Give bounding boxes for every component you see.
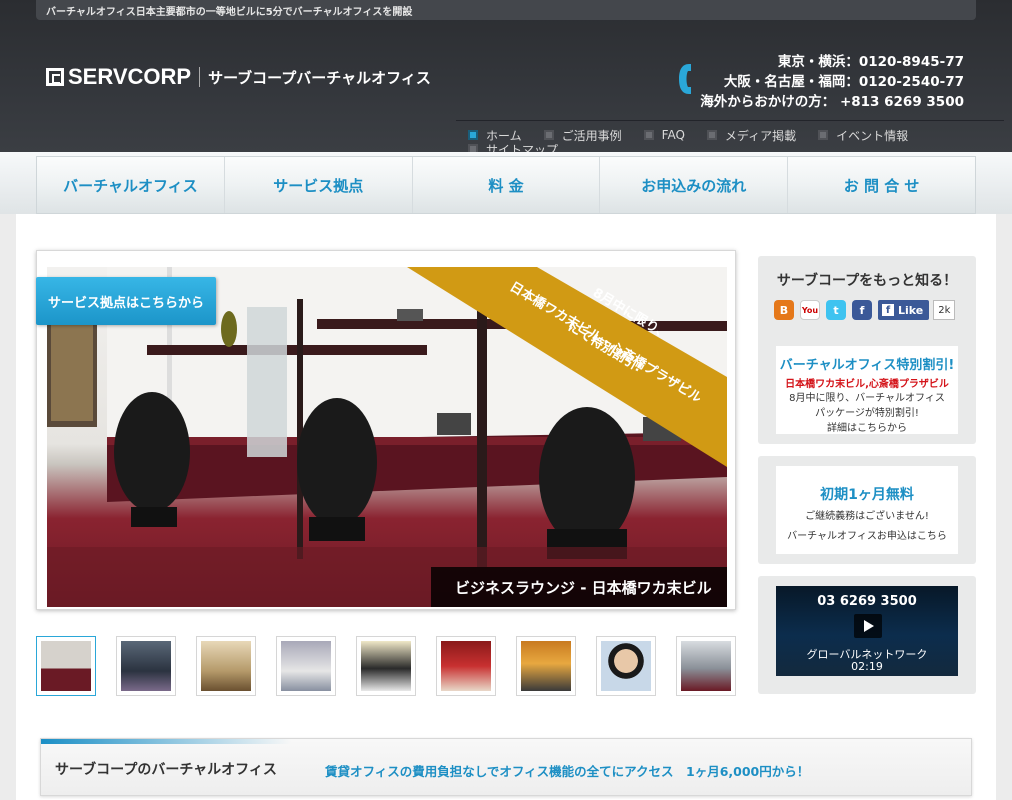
- social-title: サーブコープをもっと知る！: [776, 273, 958, 289]
- thumbnail-image: [281, 641, 331, 691]
- like-count: 2k: [933, 300, 956, 320]
- promo1-subtitle: 日本橋ワカ末ビル,心斎橋プラザビル: [785, 379, 949, 390]
- video-panel: 03 6269 3500 グローバルネットワーク 02:19: [758, 576, 976, 694]
- subnav-label: イベント情報: [836, 128, 909, 143]
- bullet-icon: [818, 130, 829, 140]
- thumbnail[interactable]: [356, 636, 416, 696]
- twitter-icon[interactable]: t: [826, 300, 846, 320]
- top-bar-text: バーチャルオフィス日本主要都市の一等地ビルに5分でバーチャルオフィスを開設: [46, 7, 413, 18]
- subnav-label: ご活用事例: [561, 128, 622, 143]
- thumbnail[interactable]: [676, 636, 736, 696]
- promo2-title: 初期1ヶ月無料: [820, 487, 914, 503]
- main-navigation: バーチャルオフィス サービス拠点 料 金 お申込みの流れ お 問 合 せ: [36, 156, 976, 214]
- site-header: バーチャルオフィス日本主要都市の一等地ビルに5分でバーチャルオフィスを開設 SE…: [0, 0, 1012, 157]
- promo1-line1: 8月中に限り、バーチャルオフィス: [789, 393, 945, 404]
- thumbnail[interactable]: [196, 636, 256, 696]
- thumbnail[interactable]: [516, 636, 576, 696]
- subnav-media[interactable]: メディア掲載: [706, 127, 797, 144]
- banner-text: 賃貸オフィスの費用負担なしでオフィス機能の全てにアクセス 1ヶ月6,000円から…: [325, 764, 810, 779]
- free-month-promo[interactable]: 初期1ヶ月無料 ご継続義務はございません! バーチャルオフィスお申込はこちら: [776, 466, 958, 554]
- logo-brand: SERVCORP: [68, 64, 192, 89]
- top-bar: バーチャルオフィス日本主要都市の一等地ビルに5分でバーチャルオフィスを開設: [36, 0, 976, 20]
- thumbnail[interactable]: [596, 636, 656, 696]
- nav-virtual-office[interactable]: バーチャルオフィス: [37, 157, 225, 213]
- phone-numbers: 東京・横浜：0120-8945-77 大阪・名古屋・福岡：0120-2540-7…: [700, 52, 964, 112]
- youtube-icon[interactable]: You: [800, 300, 820, 320]
- bullet-icon: [706, 130, 717, 140]
- like-label: Like: [898, 303, 924, 317]
- phone-tokyo: 東京・横浜：0120-8945-77: [777, 54, 964, 70]
- facebook-icon[interactable]: f: [852, 300, 872, 320]
- subnav-label: FAQ: [661, 128, 685, 142]
- blogger-icon[interactable]: B: [774, 300, 794, 320]
- slide-caption: ビジネスラウンジ - 日本橋ワカ末ビル: [431, 567, 727, 607]
- facebook-f-icon: f: [882, 304, 894, 316]
- play-icon[interactable]: [854, 614, 882, 638]
- thumbnail-image: [521, 641, 571, 691]
- thumbnail-image: [201, 641, 251, 691]
- thumbnail[interactable]: [436, 636, 496, 696]
- logo-subtitle: サーブコープバーチャルオフィス: [208, 68, 431, 87]
- nav-contact[interactable]: お 問 合 せ: [788, 157, 975, 213]
- facebook-like-button[interactable]: f Like: [878, 300, 930, 320]
- video-phone: 03 6269 3500: [817, 594, 917, 609]
- bullet-icon: [543, 130, 554, 140]
- slider-thumbnails: [36, 636, 736, 696]
- promo1-line3: 詳細はこちらから: [827, 423, 907, 434]
- free-month-panel: 初期1ヶ月無料 ご継続義務はございません! バーチャルオフィスお申込はこちら: [758, 456, 976, 564]
- thumbnail-image: [121, 641, 171, 691]
- service-locations-button[interactable]: サービス拠点はこちらから: [36, 277, 216, 325]
- video-duration: 02:19: [851, 660, 883, 673]
- intro-banner: サーブコープのバーチャルオフィス 賃貸オフィスの費用負担なしでオフィス機能の全て…: [40, 738, 972, 796]
- social-panel: サーブコープをもっと知る！ B You t f f Like 2k バーチャルオフ…: [758, 256, 976, 444]
- thumbnail[interactable]: [116, 636, 176, 696]
- nav-application-flow[interactable]: お申込みの流れ: [600, 157, 789, 213]
- sub-navigation: ホーム ご活用事例 FAQ メディア掲載 イベント情報 サイトマップ: [456, 120, 1004, 157]
- subnav-faq[interactable]: FAQ: [643, 128, 685, 142]
- promo1-title: バーチャルオフィス特別割引!: [779, 358, 955, 373]
- discount-promo[interactable]: バーチャルオフィス特別割引! 日本橋ワカ末ビル,心斎橋プラザビル 8月中に限り、…: [776, 346, 958, 434]
- promo1-line2: パッケージが特別割引!: [815, 408, 919, 419]
- subnav-label: メディア掲載: [724, 128, 797, 143]
- thumbnail-image: [361, 641, 411, 691]
- thumbnail-image: [681, 641, 731, 691]
- video-player[interactable]: 03 6269 3500 グローバルネットワーク 02:19: [776, 586, 958, 676]
- banner-accent-bar: [41, 739, 291, 744]
- promo2-line1: ご継続義務はございません!: [805, 511, 929, 522]
- nav-pricing[interactable]: 料 金: [413, 157, 601, 213]
- banner-title: サーブコープのバーチャルオフィス: [55, 762, 277, 778]
- bullet-icon: [468, 130, 478, 140]
- social-icons: B You t f f Like 2k: [774, 300, 956, 320]
- subnav-events[interactable]: イベント情報: [818, 127, 908, 144]
- servcorp-logo-icon: [46, 68, 64, 86]
- promo2-line2: バーチャルオフィスお申込はこちら: [787, 531, 947, 542]
- phone-osaka: 大阪・名古屋・福岡：0120-2540-77: [723, 74, 964, 90]
- phone-overseas: 海外からおかけの方： +813 6269 3500: [700, 94, 964, 110]
- phone-icon: [679, 64, 691, 94]
- logo-separator: [199, 67, 201, 87]
- thumbnail-image: [41, 641, 91, 691]
- thumbnail-image: [441, 641, 491, 691]
- thumbnail-image: [601, 641, 651, 691]
- thumbnail[interactable]: [276, 636, 336, 696]
- bullet-icon: [643, 130, 654, 140]
- nav-locations[interactable]: サービス拠点: [225, 157, 413, 213]
- thumbnail[interactable]: [36, 636, 96, 696]
- logo[interactable]: SERVCORP サーブコープバーチャルオフィス: [46, 64, 431, 90]
